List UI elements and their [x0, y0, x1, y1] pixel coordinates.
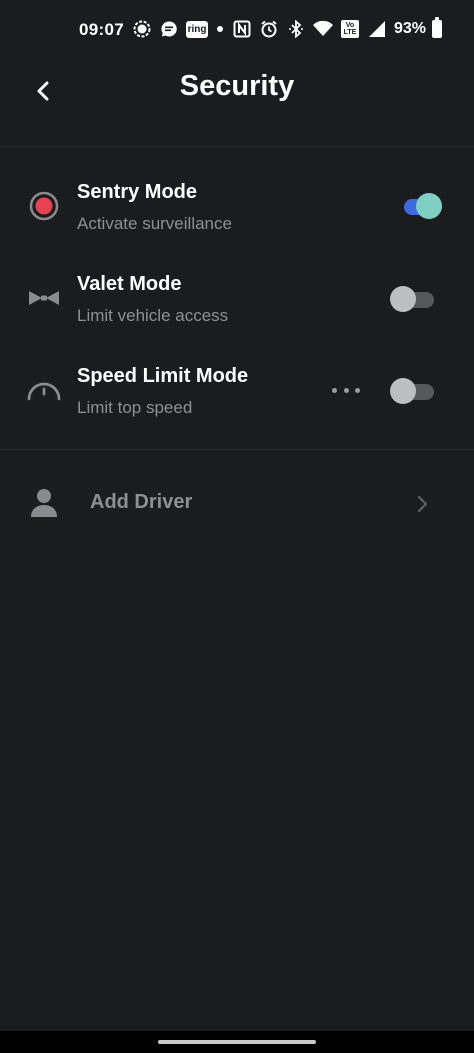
nfc-icon — [232, 19, 252, 39]
valet-mode-row[interactable]: Valet Mode Limit vehicle access — [0, 261, 474, 353]
volte-icon: Vo LTE — [340, 19, 360, 39]
sentry-mode-title: Sentry Mode — [77, 181, 198, 203]
more-dot — [332, 387, 337, 393]
more-dot — [343, 387, 349, 393]
person-icon — [30, 488, 60, 520]
chevron-right-icon — [416, 494, 428, 519]
toggle-knob — [390, 378, 416, 404]
header: Security — [0, 60, 474, 147]
speed-limit-mode-subtitle: Limit top speed — [77, 398, 193, 417]
add-driver-row[interactable]: Add Driver — [0, 460, 474, 546]
sentry-record-icon — [26, 188, 62, 224]
bowtie-icon — [26, 280, 62, 316]
signal-messenger-icon — [132, 19, 152, 39]
sentry-mode-row[interactable]: Sentry Mode Activate surveillance — [0, 169, 474, 261]
cellular-signal-icon — [367, 19, 387, 39]
valet-mode-toggle[interactable] — [390, 286, 434, 312]
ring-app-icon: ring — [185, 19, 209, 39]
valet-mode-title: Valet Mode — [77, 273, 182, 295]
speed-limit-mode-toggle[interactable] — [390, 378, 434, 404]
more-options-button[interactable] — [332, 380, 360, 400]
security-settings-list: Sentry Mode Activate surveillance Valet … — [0, 147, 474, 450]
battery-indicator: 93% — [393, 17, 442, 38]
status-bar: 09:07 ring Vo LTE 93% — [0, 0, 474, 60]
add-driver-label: Add Driver — [90, 491, 193, 513]
system-nav-bar — [0, 1031, 474, 1053]
home-gesture-handle[interactable] — [158, 1040, 316, 1044]
speedometer-icon — [26, 372, 62, 408]
status-time: 09:07 — [79, 20, 124, 39]
alarm-icon — [259, 19, 279, 39]
status-icons: ring Vo LTE — [132, 19, 387, 39]
more-dot — [355, 387, 360, 393]
battery-percent: 93% — [393, 20, 426, 37]
volte-label: Vo LTE — [341, 20, 359, 38]
bluetooth-icon — [286, 19, 306, 39]
page-title: Security — [179, 70, 295, 102]
toggle-knob — [416, 193, 442, 219]
sentry-mode-toggle[interactable] — [398, 193, 442, 219]
wifi-icon — [313, 19, 333, 39]
speed-limit-mode-title: Speed Limit Mode — [77, 365, 249, 387]
speed-limit-mode-row[interactable]: Speed Limit Mode Limit top speed — [0, 353, 474, 445]
dot-icon — [215, 19, 225, 39]
valet-mode-subtitle: Limit vehicle access — [77, 306, 229, 325]
sentry-mode-subtitle: Activate surveillance — [77, 214, 232, 233]
ring-badge: ring — [185, 20, 209, 38]
toggle-knob — [390, 286, 416, 312]
battery-icon — [432, 17, 442, 38]
messaging-icon — [159, 19, 179, 39]
